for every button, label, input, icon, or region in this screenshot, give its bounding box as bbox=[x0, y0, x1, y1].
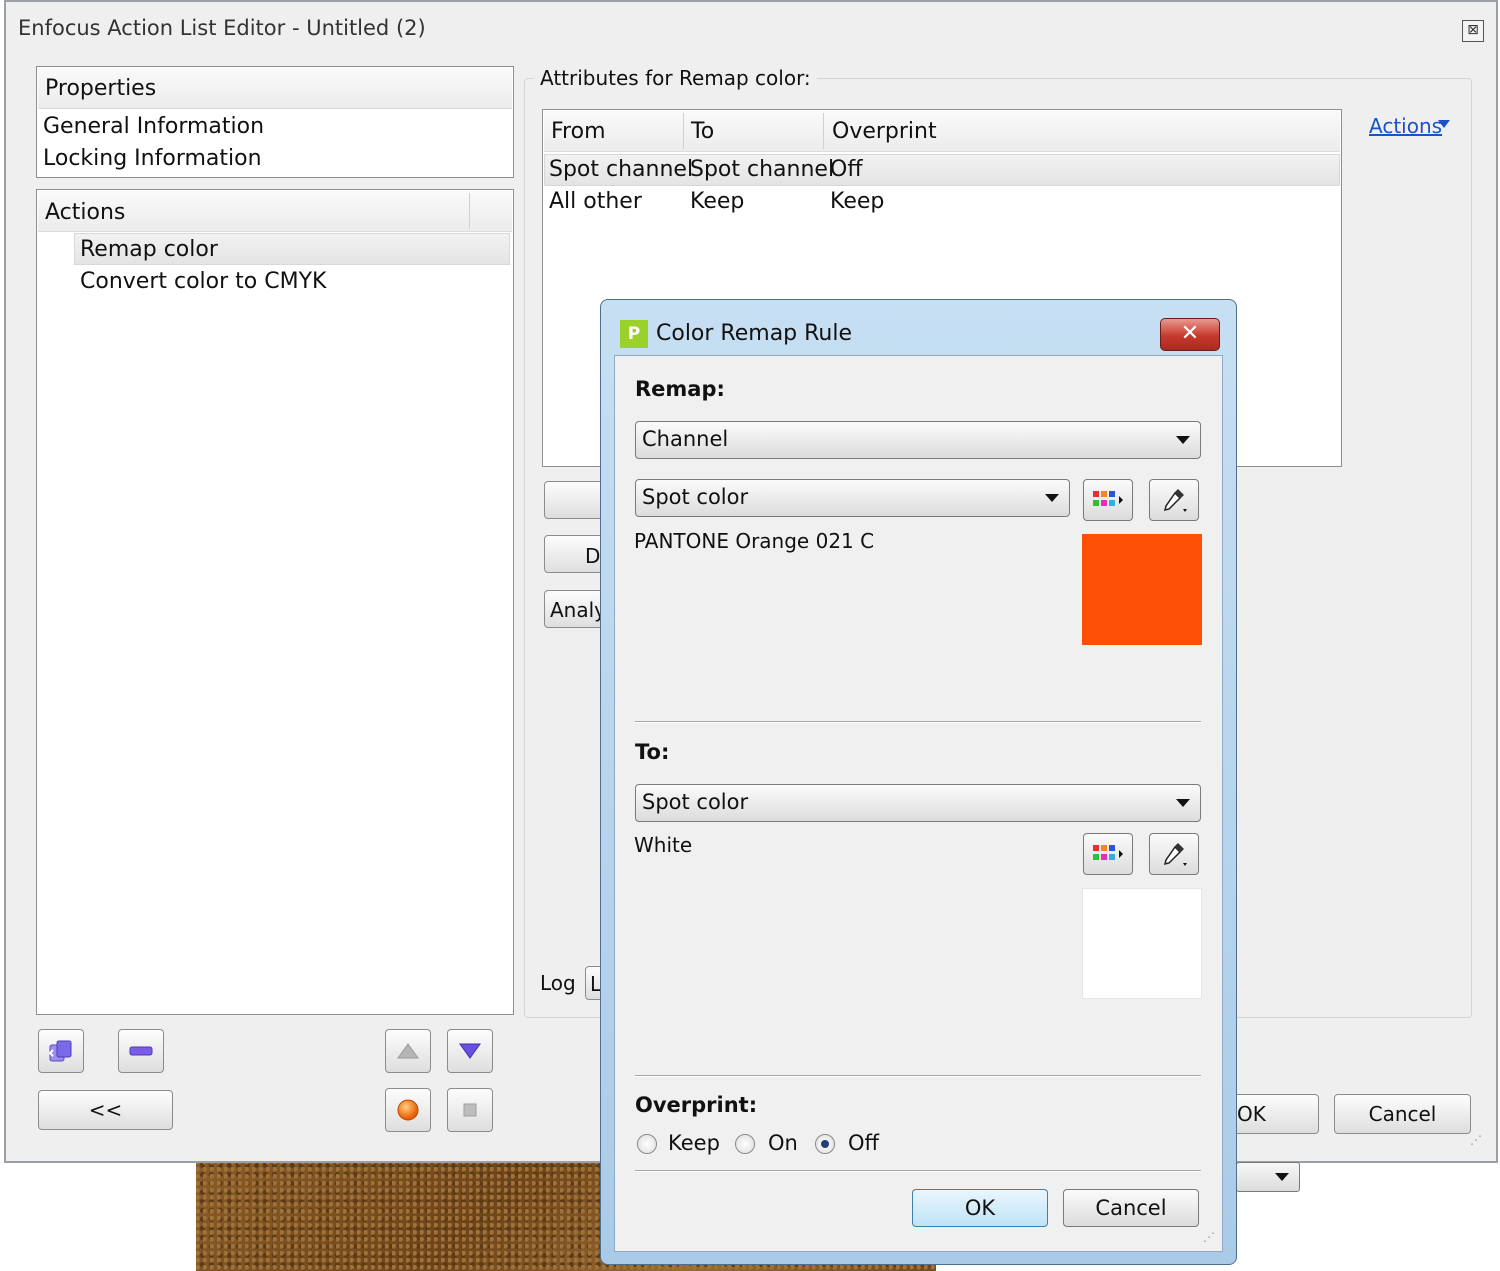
stop-button[interactable] bbox=[447, 1088, 493, 1132]
record-button[interactable] bbox=[385, 1088, 431, 1132]
collapse-panel-button[interactable]: << bbox=[38, 1090, 173, 1130]
log-label: Log bbox=[540, 971, 576, 995]
divider bbox=[635, 1170, 1201, 1172]
from-color-type-value: Spot color bbox=[642, 485, 749, 509]
to-eyedropper-button[interactable] bbox=[1149, 833, 1199, 875]
to-color-type-value: Spot color bbox=[642, 790, 749, 814]
background-dropdown[interactable] bbox=[1236, 1162, 1300, 1192]
table-cell: Spot channel bbox=[690, 157, 835, 182]
dialog-cancel-button[interactable]: Cancel bbox=[1063, 1189, 1199, 1227]
overprint-on-radio[interactable] bbox=[735, 1134, 755, 1154]
color-swatch-icon bbox=[1093, 491, 1123, 506]
from-color-name: PANTONE Orange 021 C bbox=[634, 529, 875, 553]
column-divider bbox=[823, 113, 824, 149]
to-color-type-dropdown[interactable]: Spot color bbox=[635, 784, 1201, 822]
dropdown-arrow-icon[interactable] bbox=[1438, 120, 1450, 128]
remove-action-button[interactable] bbox=[118, 1029, 164, 1073]
record-icon bbox=[397, 1099, 419, 1121]
table-header bbox=[544, 111, 1340, 152]
dialog-close-button[interactable]: ✕ bbox=[1160, 318, 1220, 351]
eyedropper-icon bbox=[1163, 843, 1187, 866]
divider bbox=[635, 1075, 1201, 1077]
action-item-remap-color[interactable]: Remap color bbox=[80, 237, 218, 262]
properties-title: Properties bbox=[45, 76, 157, 101]
remap-label: Remap: bbox=[635, 377, 725, 401]
to-color-swatch bbox=[1082, 888, 1202, 999]
to-color-name: White bbox=[634, 833, 693, 857]
stop-icon bbox=[463, 1103, 477, 1117]
overprint-label: Overprint: bbox=[635, 1093, 758, 1117]
move-up-button[interactable] bbox=[385, 1029, 431, 1073]
move-down-icon bbox=[459, 1043, 481, 1059]
header-divider bbox=[469, 193, 470, 229]
properties-item-locking-information[interactable]: Locking Information bbox=[43, 146, 262, 171]
column-header-overprint[interactable]: Overprint bbox=[832, 119, 937, 144]
overprint-off-radio[interactable] bbox=[815, 1134, 835, 1154]
to-swatch-picker-button[interactable] bbox=[1083, 833, 1133, 875]
remap-type-value: Channel bbox=[642, 427, 729, 451]
properties-item-general-information[interactable]: General Information bbox=[43, 114, 264, 139]
attributes-title: Attributes for Remap color: bbox=[534, 66, 817, 90]
chevron-down-icon bbox=[1176, 799, 1190, 807]
column-header-to[interactable]: To bbox=[691, 119, 714, 144]
to-label: To: bbox=[635, 740, 670, 764]
resize-grip-icon[interactable]: ⋰ bbox=[1470, 1133, 1482, 1147]
column-divider bbox=[683, 113, 684, 149]
column-header-from[interactable]: From bbox=[551, 119, 606, 144]
actions-list-title: Actions bbox=[45, 200, 126, 225]
overprint-keep-label[interactable]: Keep bbox=[668, 1131, 720, 1155]
overprint-keep-radio[interactable] bbox=[637, 1134, 657, 1154]
from-swatch-picker-button[interactable] bbox=[1083, 479, 1133, 521]
move-down-button[interactable] bbox=[447, 1029, 493, 1073]
table-cell: Keep bbox=[690, 189, 745, 214]
move-up-icon bbox=[397, 1043, 419, 1059]
action-item-convert-color-to-cmyk[interactable]: Convert color to CMYK bbox=[80, 269, 326, 294]
from-color-type-dropdown[interactable]: Spot color bbox=[635, 479, 1070, 517]
remap-type-dropdown[interactable]: Channel bbox=[635, 421, 1201, 459]
overprint-on-label[interactable]: On bbox=[768, 1131, 798, 1155]
overprint-off-label[interactable]: Off bbox=[848, 1131, 879, 1155]
add-action-icon bbox=[48, 1040, 72, 1062]
pitstop-app-icon: P bbox=[620, 320, 648, 348]
table-cell: All other bbox=[549, 189, 642, 214]
table-cell: Spot channel bbox=[549, 157, 694, 182]
chevron-down-icon bbox=[1045, 494, 1059, 502]
actions-list-panel bbox=[36, 189, 514, 1015]
from-eyedropper-button[interactable] bbox=[1149, 479, 1199, 521]
dialog-ok-button[interactable]: OK bbox=[912, 1189, 1048, 1227]
window-close-icon[interactable]: ⊠ bbox=[1462, 20, 1484, 42]
resize-grip-icon[interactable]: ⋰ bbox=[1203, 1230, 1215, 1244]
from-color-swatch bbox=[1082, 534, 1202, 645]
chevron-down-icon bbox=[1176, 436, 1190, 444]
color-swatch-icon bbox=[1093, 845, 1123, 860]
actions-menu-link[interactable]: Actions bbox=[1369, 114, 1442, 138]
dialog-title: Color Remap Rule bbox=[656, 321, 853, 346]
window-title: Enfocus Action List Editor - Untitled (2… bbox=[18, 16, 426, 40]
remove-action-icon bbox=[129, 1046, 153, 1056]
table-cell: Off bbox=[830, 157, 863, 182]
add-action-button[interactable] bbox=[38, 1029, 84, 1073]
divider bbox=[635, 721, 1201, 723]
main-ok-button[interactable]: OK bbox=[1226, 1094, 1319, 1134]
eyedropper-icon bbox=[1163, 489, 1187, 512]
main-cancel-button[interactable]: Cancel bbox=[1334, 1094, 1471, 1134]
table-cell: Keep bbox=[830, 189, 885, 214]
chevron-down-icon bbox=[1275, 1173, 1289, 1181]
